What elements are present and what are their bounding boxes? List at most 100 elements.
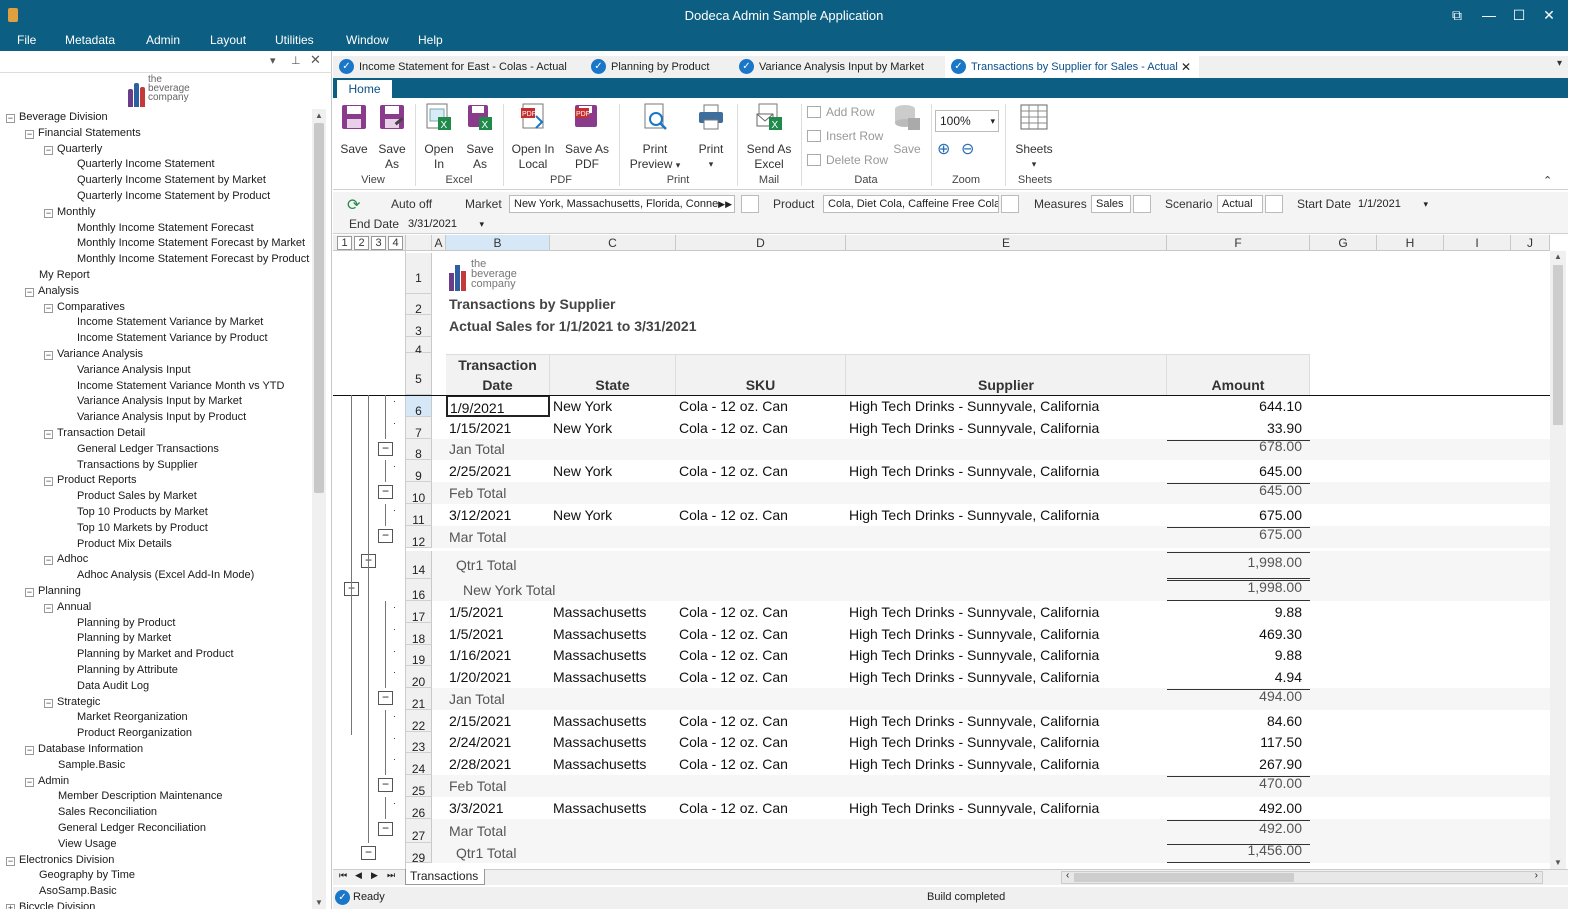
- state-cell[interactable]: Massachusetts: [553, 601, 673, 623]
- amount-cell[interactable]: 117.50: [1167, 732, 1302, 753]
- date-cell[interactable]: 1/5/2021: [449, 623, 549, 645]
- total-label[interactable]: Feb Total: [449, 775, 699, 797]
- tree-scrollbar[interactable]: ▲ ▼: [312, 109, 326, 909]
- supplier-cell[interactable]: High Tech Drinks - Sunnyvale, California: [849, 797, 1165, 819]
- collapse-group-icon[interactable]: −: [361, 846, 376, 860]
- date-cell[interactable]: 3/12/2021: [449, 504, 549, 526]
- tree-node[interactable]: My Report: [25, 267, 90, 283]
- tree-node[interactable]: + Bicycle Division: [6, 899, 95, 909]
- collapse-group-icon[interactable]: −: [378, 485, 393, 499]
- minimize-button[interactable]: —: [1478, 6, 1500, 24]
- date-cell[interactable]: 1/5/2021: [449, 601, 549, 623]
- sku-cell[interactable]: Cola - 12 oz. Can: [679, 753, 844, 775]
- collapse-icon[interactable]: −: [25, 287, 34, 297]
- collapse-icon[interactable]: −: [44, 477, 53, 487]
- collapse-icon[interactable]: −: [6, 856, 15, 866]
- panel-close-icon[interactable]: ✕: [310, 52, 321, 68]
- menu-window[interactable]: Window: [346, 33, 389, 47]
- zoom-in-icon[interactable]: ⊕: [937, 142, 950, 158]
- tree-node[interactable]: − Admin: [25, 773, 69, 789]
- outline-level-button[interactable]: 3: [371, 236, 386, 250]
- tree-node[interactable]: Planning by Product: [63, 615, 175, 631]
- print-button[interactable]: Print ▾: [693, 102, 729, 172]
- market-picker-button[interactable]: [741, 195, 759, 213]
- delete-row-button[interactable]: Delete Row: [807, 153, 888, 168]
- supplier-cell[interactable]: High Tech Drinks - Sunnyvale, California: [849, 710, 1165, 732]
- total-label[interactable]: Qtr1 Total: [456, 843, 706, 863]
- row-header[interactable]: 23: [406, 732, 432, 754]
- tree-node[interactable]: AsoSamp.Basic: [25, 883, 117, 899]
- total-label[interactable]: Mar Total: [449, 819, 699, 843]
- total-label[interactable]: New York Total: [463, 579, 713, 601]
- total-label[interactable]: Feb Total: [449, 482, 699, 504]
- menu-utilities[interactable]: Utilities: [275, 33, 314, 47]
- tab-planning-by-product[interactable]: ✓ Planning by Product: [585, 56, 733, 78]
- select-all-corner[interactable]: [406, 235, 432, 251]
- date-cell[interactable]: 2/24/2021: [449, 732, 549, 753]
- column-header[interactable]: B: [446, 235, 550, 251]
- open-in-excel-button[interactable]: X Open In: [423, 102, 455, 172]
- tree-node[interactable]: − Comparatives: [44, 299, 125, 315]
- tree-node[interactable]: Product Reorganization: [63, 725, 192, 741]
- state-cell[interactable]: Massachusetts: [553, 710, 673, 732]
- row-header[interactable]: 18: [406, 623, 432, 646]
- supplier-cell[interactable]: High Tech Drinks - Sunnyvale, California: [849, 666, 1165, 688]
- market-selector[interactable]: New York, Massachusetts, Florida, Connec…: [509, 195, 735, 213]
- tab-list-icon[interactable]: ▾: [1557, 58, 1562, 69]
- collapse-icon[interactable]: −: [44, 351, 53, 360]
- collapse-icon[interactable]: −: [25, 588, 34, 597]
- open-in-local-button[interactable]: PDF Open In Local: [509, 102, 557, 172]
- tree-node[interactable]: − Transaction Detail: [44, 425, 145, 441]
- row-header[interactable]: 9: [406, 460, 432, 483]
- date-cell[interactable]: 3/3/2021: [449, 797, 549, 819]
- dropdown-arrow-icon[interactable]: ▾: [676, 160, 681, 170]
- panel-dropdown-icon[interactable]: ▾: [270, 54, 276, 67]
- row-header[interactable]: 8: [406, 439, 432, 461]
- menu-metadata[interactable]: Metadata: [65, 33, 115, 47]
- collapse-icon[interactable]: −: [6, 114, 15, 123]
- tree-node[interactable]: Variance Analysis Input by Product: [63, 409, 246, 425]
- scroll-up-icon[interactable]: ▲: [1554, 252, 1562, 261]
- tree-node[interactable]: Product Mix Details: [63, 536, 172, 552]
- total-label[interactable]: Qtr1 Total: [456, 551, 706, 579]
- date-cell[interactable]: 2/25/2021: [449, 460, 549, 482]
- tree-node[interactable]: − Analysis: [25, 283, 79, 299]
- amount-cell[interactable]: 644.10: [1167, 395, 1302, 417]
- row-header[interactable]: 27: [406, 819, 432, 843]
- collapse-group-icon[interactable]: −: [378, 442, 393, 456]
- column-header[interactable]: I: [1444, 235, 1511, 251]
- print-preview-button[interactable]: Print Preview ▾: [629, 102, 681, 173]
- state-cell[interactable]: Massachusetts: [553, 666, 673, 688]
- sku-cell[interactable]: Cola - 12 oz. Can: [679, 666, 844, 688]
- excel-save-as-button[interactable]: X Save As: [463, 102, 497, 172]
- collapse-group-icon[interactable]: −: [378, 691, 393, 705]
- date-cell[interactable]: 1/16/2021: [449, 645, 549, 666]
- tree-node[interactable]: Top 10 Products by Market: [63, 504, 208, 520]
- sheets-button[interactable]: Sheets ▾: [1015, 102, 1053, 172]
- amount-cell[interactable]: 469.30: [1167, 623, 1302, 645]
- tree-node[interactable]: − Quarterly: [44, 141, 102, 157]
- tree-node[interactable]: − Planning: [25, 583, 81, 599]
- tree-node[interactable]: Transactions by Supplier: [63, 457, 198, 473]
- column-header[interactable]: H: [1377, 235, 1444, 251]
- data-save-button[interactable]: Save: [891, 102, 923, 157]
- supplier-cell[interactable]: High Tech Drinks - Sunnyvale, California: [849, 460, 1165, 482]
- row-header[interactable]: 21: [406, 688, 432, 711]
- tree-node[interactable]: − Adhoc: [44, 551, 88, 567]
- sheet-horizontal-scrollbar[interactable]: ‹ ›: [1061, 870, 1543, 884]
- start-date-picker[interactable]: 1/1/2021 ▾: [1353, 195, 1431, 213]
- supplier-cell[interactable]: High Tech Drinks - Sunnyvale, California: [849, 395, 1165, 417]
- tree-node[interactable]: Sales Reconciliation: [44, 804, 157, 820]
- tree-node[interactable]: Quarterly Income Statement: [63, 156, 215, 172]
- row-header[interactable]: 5: [406, 353, 432, 395]
- date-cell[interactable]: 1/20/2021: [449, 666, 549, 688]
- restore-icon[interactable]: ⧉: [1446, 6, 1468, 24]
- row-header[interactable]: 11: [406, 504, 432, 527]
- date-cell[interactable]: 2/15/2021: [449, 710, 549, 732]
- column-header[interactable]: F: [1167, 235, 1310, 251]
- sku-cell[interactable]: Cola - 12 oz. Can: [679, 623, 844, 645]
- row-header[interactable]: 19: [406, 645, 432, 667]
- row-header[interactable]: 26: [406, 797, 432, 820]
- tree-node[interactable]: Planning by Market and Product: [63, 646, 234, 662]
- column-header[interactable]: J: [1511, 235, 1550, 251]
